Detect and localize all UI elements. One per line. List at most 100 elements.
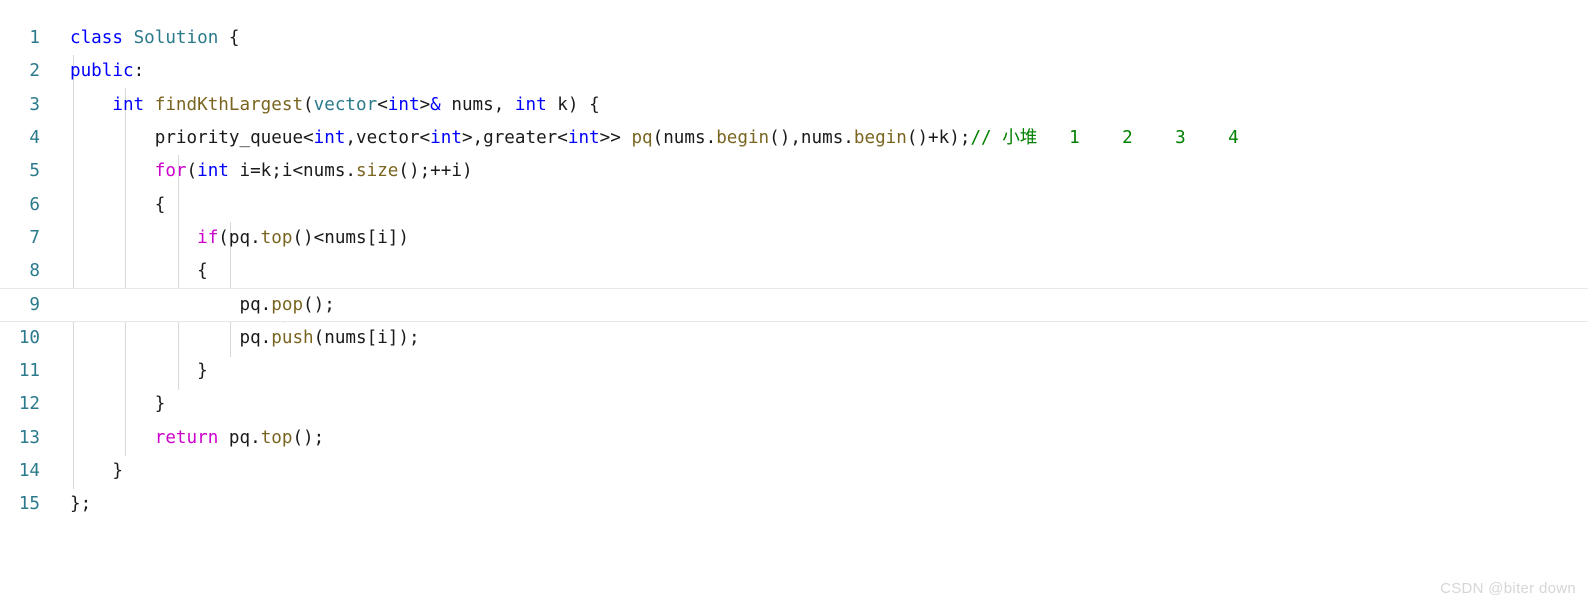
line-code[interactable]: priority_queue<int,vector<int>,greater<i… — [70, 122, 1239, 155]
token-fn: top — [260, 227, 293, 248]
code-line[interactable]: 7 if(pq.top()<nums[i]) — [0, 222, 1588, 255]
watermark: CSDN @biter down — [1440, 580, 1576, 597]
line-number: 11 — [18, 361, 40, 381]
token-plain: } — [70, 361, 208, 381]
token-plain: ()<nums[i]) — [292, 227, 409, 248]
code-line[interactable]: 3 int findKthLargest(vector<int>& nums, … — [0, 89, 1588, 122]
line-number: 14 — [18, 460, 40, 481]
token-plain: ,vector< — [345, 127, 431, 148]
code-line[interactable]: 14 } — [0, 455, 1588, 488]
token-plain: nums, — [440, 94, 515, 115]
line-code[interactable]: return pq.top(); — [70, 422, 325, 455]
token-cmt: // 小堆 1 2 3 4 — [970, 127, 1239, 148]
token-plain: (); — [303, 295, 335, 316]
code-editor[interactable]: 1 class Solution {2 public: 3 int findKthLa… — [0, 0, 1588, 605]
token-plain: (nums[i]); — [313, 327, 420, 348]
token-plain: } — [70, 460, 123, 481]
line-number: 4 — [29, 127, 40, 148]
line-code[interactable]: { — [70, 189, 166, 222]
token-type: vector — [313, 94, 378, 115]
code-line[interactable]: 8 { — [0, 255, 1588, 288]
token-plain: (),nums. — [769, 127, 854, 148]
token-plain: ( — [186, 161, 198, 182]
token-plain: (pq. — [218, 227, 261, 248]
token-fn: begin — [853, 127, 907, 148]
token-plain: pq. — [218, 427, 261, 448]
code-line[interactable]: 10 pq.push(nums[i]); — [0, 322, 1588, 355]
token-plain: >,greater< — [461, 127, 568, 148]
line-number: 9 — [29, 295, 40, 316]
token-type: Solution — [133, 28, 219, 48]
line-code[interactable]: } — [70, 388, 166, 421]
token-fn: size — [356, 161, 399, 182]
token-kw: public — [70, 61, 134, 82]
token-plain: k) { — [546, 94, 600, 115]
token-plain: pq. — [70, 295, 272, 316]
line-code[interactable]: { — [70, 255, 208, 288]
line-code[interactable]: }; — [70, 488, 91, 521]
token-plain: pq. — [70, 327, 272, 348]
token-kw: int — [313, 127, 346, 148]
code-line[interactable]: 13 return pq.top(); — [0, 422, 1588, 455]
line-code[interactable]: for(int i=k;i<nums.size();++i) — [70, 155, 473, 188]
code-line[interactable]: 2 public: — [0, 55, 1588, 88]
token-fn: pq — [631, 127, 653, 148]
token-kw: int — [197, 161, 229, 182]
line-code[interactable]: } — [70, 355, 208, 388]
token-plain: (); — [292, 427, 325, 448]
token-kw: class — [70, 28, 123, 48]
line-number: 8 — [29, 261, 40, 282]
token-kw: int — [112, 94, 145, 115]
token-kw: & — [430, 94, 441, 115]
token-plain: priority_queue< — [70, 127, 314, 148]
line-code[interactable]: if(pq.top()<nums[i]) — [70, 222, 409, 255]
token-plain: (nums. — [652, 127, 717, 148]
token-fn: push — [271, 327, 314, 348]
code-line[interactable]: 1 class Solution { — [0, 22, 1588, 55]
line-code[interactable]: class Solution { — [70, 22, 240, 55]
token-kw: int — [567, 127, 600, 148]
line-number: 10 — [18, 327, 40, 348]
line-number: 1 — [29, 28, 40, 48]
line-code[interactable]: int findKthLargest(vector<int>& nums, in… — [70, 89, 600, 122]
token-plain: < — [377, 94, 388, 115]
line-number: 3 — [29, 94, 40, 115]
code-line[interactable]: 6 { — [0, 189, 1588, 222]
token-fn: begin — [716, 127, 770, 148]
token-plain: >> — [599, 127, 632, 148]
code-line[interactable]: 4 priority_queue<int,vector<int>,greater… — [0, 122, 1588, 155]
token-plain: { — [218, 28, 240, 48]
line-code[interactable]: public: — [70, 55, 144, 88]
token-plain: : — [133, 61, 145, 82]
token-kw: int — [514, 94, 547, 115]
line-code[interactable]: pq.push(nums[i]); — [70, 322, 420, 355]
line-number: 5 — [29, 161, 40, 182]
code-line[interactable]: 11 } — [0, 355, 1588, 388]
line-number: 15 — [18, 494, 40, 515]
token-plain: }; — [70, 494, 92, 515]
line-code[interactable]: pq.pop(); — [70, 289, 335, 322]
code-line[interactable]: 9 pq.pop(); — [0, 288, 1588, 322]
token-plain: > — [419, 94, 431, 115]
line-number: 12 — [18, 394, 40, 415]
code-line[interactable]: 5 for(int i=k;i<nums.size();++i) — [0, 155, 1588, 188]
token-plain: ();++i) — [398, 161, 473, 182]
line-number: 2 — [29, 61, 40, 82]
line-number: 6 — [29, 194, 40, 215]
token-ctrl: return — [154, 427, 219, 448]
line-number: 7 — [29, 227, 40, 248]
token-kw: int — [430, 127, 462, 148]
code-line[interactable]: 15}; — [0, 488, 1588, 521]
token-plain: ()+k); — [906, 127, 971, 148]
token-plain: { — [70, 261, 208, 282]
line-number: 13 — [18, 427, 40, 448]
token-ctrl: if — [197, 227, 219, 248]
token-fn: top — [260, 427, 293, 448]
code-line[interactable]: 12 } — [0, 388, 1588, 421]
line-code[interactable]: } — [70, 455, 123, 488]
